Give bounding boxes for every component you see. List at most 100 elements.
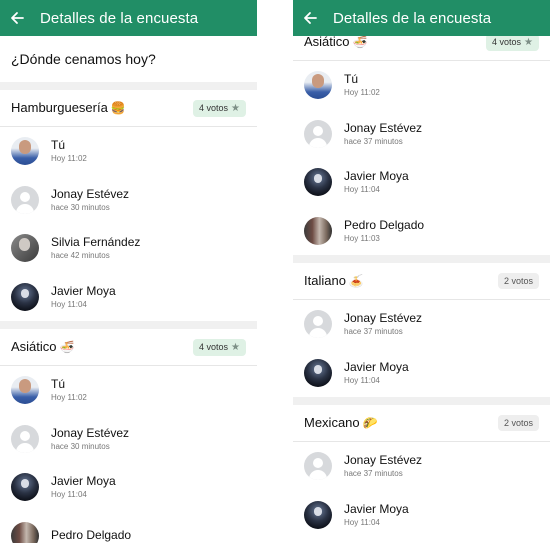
vote-time: Hoy 11:04	[51, 490, 87, 500]
voter-row[interactable]: Jonay Estévez hace 37 minutos	[293, 442, 550, 491]
section-divider	[293, 397, 550, 405]
option-emoji: 🍜	[352, 35, 368, 49]
avatar	[304, 71, 332, 100]
voter-info: Jonay Estévez hace 37 minutos	[344, 453, 422, 479]
voter-name: Javier Moya	[344, 169, 409, 184]
option-title: Italiano 🍝	[304, 272, 364, 290]
poll-option: Italiano 🍝 2 votos Jonay Estévez hace 37 min…	[293, 263, 550, 397]
voter-name: Jonay Estévez	[51, 425, 130, 440]
option-header[interactable]: Hamburguesería 🍔 4 votos ★	[0, 90, 257, 127]
screen-title: Detalles de la encuesta	[40, 9, 199, 27]
voter-row[interactable]: Javier Moya Hoy 11:04	[0, 463, 257, 512]
option-emoji: 🍜	[59, 340, 75, 354]
option-emoji: 🌮	[362, 416, 378, 430]
voter-name: Javier Moya	[344, 359, 409, 374]
voter-name: Javier Moya	[344, 501, 409, 516]
star-icon: ★	[524, 36, 533, 48]
vote-count: 2 votos	[503, 276, 533, 286]
option-emoji: 🍝	[348, 274, 364, 288]
voter-info: Jonay Estévez hace 37 minutos	[344, 121, 422, 147]
avatar	[304, 119, 332, 148]
voter-info: Javier Moya Hoy 11:04	[51, 284, 116, 310]
voter-info: Pedro Delgado	[51, 528, 131, 543]
voter-name: Tú	[51, 377, 66, 392]
arrow-left-icon[interactable]	[10, 10, 26, 26]
vote-time: Hoy 11:04	[344, 185, 380, 195]
option-name: Hamburguesería	[11, 100, 108, 115]
voter-name: Tú	[51, 138, 66, 153]
voter-name: Jonay Estévez	[344, 311, 423, 326]
avatar	[11, 185, 39, 214]
vote-time: hace 37 minutos	[344, 136, 403, 146]
voter-row[interactable]: Javier Moya Hoy 11:04	[293, 491, 550, 540]
avatar	[11, 234, 39, 263]
option-name: Mexicano	[304, 415, 360, 430]
voter-info: Jonay Estévez hace 37 minutos	[344, 311, 422, 337]
vote-count-badge: 4 votos ★	[193, 99, 246, 117]
voter-row[interactable]: Jonay Estévez hace 37 minutos	[293, 300, 550, 349]
voter-name: Jonay Estévez	[344, 453, 423, 468]
app-bar: Detalles de la encuesta	[0, 0, 257, 36]
option-header[interactable]: Asiático 🍜 4 votos ★	[0, 329, 257, 366]
poll-option: Mexicano 🌮 2 votos Jonay Estévez hace 37 min…	[293, 405, 550, 539]
vote-time: hace 42 minutos	[51, 251, 110, 261]
poll-option: Hamburguesería 🍔 4 votos ★ Tú Hoy 11:02 Jonay …	[0, 90, 257, 321]
arrow-left-icon[interactable]	[303, 10, 319, 26]
vote-time: Hoy 11:02	[51, 393, 87, 403]
voter-info: Pedro Delgado Hoy 11:03	[344, 218, 424, 244]
avatar	[11, 424, 39, 453]
voter-name: Pedro Delgado	[344, 217, 425, 232]
voter-info: Silvia Fernández hace 42 minutos	[51, 235, 140, 261]
voter-name: Tú	[344, 72, 359, 87]
vote-time: Hoy 11:04	[51, 299, 87, 309]
vote-time: Hoy 11:04	[344, 517, 380, 527]
voter-info: Javier Moya Hoy 11:04	[51, 474, 116, 500]
option-header[interactable]: Italiano 🍝 2 votos	[293, 263, 550, 300]
vote-count: 4 votos	[199, 342, 229, 352]
vote-count-badge: 4 votos ★	[193, 338, 246, 356]
section-divider	[293, 255, 550, 263]
avatar	[304, 216, 332, 245]
voter-row[interactable]: Javier Moya Hoy 11:04	[293, 158, 550, 207]
poll-content[interactable]: ¿Dónde cenamos hoy? Hamburguesería 🍔 4 vot…	[0, 36, 257, 543]
poll-question: ¿Dónde cenamos hoy?	[11, 51, 156, 67]
section-divider	[0, 82, 257, 90]
poll-content[interactable]: Asiático 🍜 4 votos ★ Tú Hoy 11:02 Jonay Estéve…	[293, 24, 550, 539]
avatar	[11, 521, 39, 543]
poll-details-screen-left: Detalles de la encuesta ¿Dónde cenamos h…	[0, 0, 257, 543]
avatar	[304, 452, 332, 481]
voter-row[interactable]: Tú Hoy 11:02	[0, 366, 257, 415]
vote-time: Hoy 11:04	[344, 375, 380, 385]
voter-info: Jonay Estévez hace 30 minutos	[51, 426, 129, 452]
poll-options: Hamburguesería 🍔 4 votos ★ Tú Hoy 11:02 Jonay …	[0, 90, 257, 543]
poll-details-screen-right: Detalles de la encuesta Asiático 🍜 4 votos…	[293, 0, 550, 543]
voter-row[interactable]: Javier Moya Hoy 11:04	[0, 273, 257, 322]
option-header[interactable]: Mexicano 🌮 2 votos	[293, 405, 550, 442]
poll-option: Asiático 🍜 4 votos ★ Tú Hoy 11:02 Jonay Estéve…	[0, 329, 257, 543]
voter-info: Tú Hoy 11:02	[51, 138, 87, 164]
voter-name: Javier Moya	[51, 283, 116, 298]
voter-info: Tú Hoy 11:02	[344, 72, 380, 98]
voter-name: Silvia Fernández	[51, 235, 141, 250]
voter-info: Javier Moya Hoy 11:04	[344, 502, 409, 528]
avatar	[11, 376, 39, 405]
vote-count: 2 votos	[503, 418, 533, 428]
voter-row[interactable]: Jonay Estévez hace 37 minutos	[293, 110, 550, 159]
avatar	[304, 358, 332, 387]
voter-info: Javier Moya Hoy 11:04	[344, 360, 409, 386]
poll-option: Asiático 🍜 4 votos ★ Tú Hoy 11:02 Jonay Estéve…	[293, 24, 550, 255]
option-title: Hamburguesería 🍔	[11, 99, 126, 117]
voter-row[interactable]: Javier Moya Hoy 11:04	[293, 349, 550, 398]
voter-name: Javier Moya	[51, 474, 116, 489]
voter-row[interactable]: Tú Hoy 11:02	[0, 127, 257, 176]
voter-row[interactable]: Pedro Delgado Hoy 11:03	[293, 207, 550, 256]
voter-row[interactable]: Tú Hoy 11:02	[293, 61, 550, 110]
voter-row[interactable]: Jonay Estévez hace 30 minutos	[0, 415, 257, 464]
voter-row[interactable]: Pedro Delgado	[0, 512, 257, 543]
voter-row[interactable]: Jonay Estévez hace 30 minutos	[0, 176, 257, 225]
section-divider	[0, 321, 257, 329]
vote-time: hace 30 minutos	[51, 202, 110, 212]
avatar	[11, 473, 39, 502]
voter-name: Jonay Estévez	[51, 186, 130, 201]
voter-row[interactable]: Silvia Fernández hace 42 minutos	[0, 224, 257, 273]
